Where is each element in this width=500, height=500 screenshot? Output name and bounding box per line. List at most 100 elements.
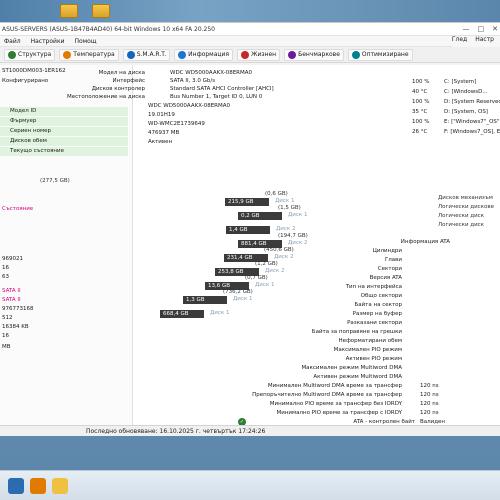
property-value: WDC WD5000AAKX-08ERMA0 [148, 103, 230, 109]
ata-key: Версия ATA [369, 275, 402, 281]
left-panel-row[interactable]: 16384 KB [2, 323, 29, 332]
volume-size: (0,6 GB) [265, 191, 288, 197]
window-title: ASUS-SERVERS (ASUS-1B47B4AD40) 64-bit Wi… [2, 25, 215, 33]
ata-row: Байта на сектор [300, 301, 490, 310]
left-panel-row: Фърмуер [0, 117, 128, 126]
disk-structure-note[interactable]: Логически диск [438, 222, 484, 228]
ata-row: Разказани сектори [300, 319, 490, 328]
minimize-icon[interactable]: — [463, 25, 470, 33]
info-icon [178, 50, 187, 59]
left-panel-row[interactable]: Конфигурирано [2, 77, 48, 86]
menu-help[interactable]: Помощ [74, 38, 96, 45]
left-panel-row[interactable]: SATA II [2, 296, 21, 305]
disk-structure-note[interactable]: Логически диск [438, 213, 484, 219]
start-icon[interactable] [8, 478, 24, 494]
browser-icon[interactable] [30, 478, 46, 494]
volume-bar[interactable]: 668,4 GB [160, 310, 204, 318]
ata-value: 120 ns [420, 392, 439, 398]
temperature-panel: 100 % C: [System] 40 °C C: [WindowsD... 100 … [360, 77, 500, 147]
ata-key: Максимален режим Multiword DMA [301, 365, 402, 371]
thermometer-icon [63, 50, 72, 59]
toolbar-button[interactable]: Бенчмаркове [284, 48, 344, 61]
ata-row: Цилиндри [300, 247, 490, 256]
property-label: Дисков контролер [91, 86, 145, 92]
desktop-background [0, 0, 500, 22]
disk-structure-note[interactable]: Дисков механизъм [438, 195, 493, 201]
maximize-icon[interactable]: □ [478, 25, 485, 33]
disk-structure-note[interactable]: Логически дискове [438, 204, 494, 210]
ata-key: Глави [384, 257, 402, 263]
left-panel-row[interactable]: 976773168 [2, 305, 34, 314]
ata-row: Минимален Multiword DMA време за трансфе… [268, 382, 490, 391]
ata-key: Активен PIO режим [345, 356, 402, 362]
property-value: Bus Number 1, Target ID 0, LUN 0 [170, 94, 263, 100]
property-value: 476937 MB [148, 130, 180, 136]
drive-label[interactable]: D: [System Reserved] [444, 97, 500, 107]
folder-icon[interactable] [92, 4, 110, 18]
ata-row: Препоръчително Multiword DMA време за тр… [252, 391, 490, 400]
toolbar-button[interactable]: S.M.A.R.T. [122, 48, 171, 61]
ata-row: Общо сектори [300, 292, 490, 301]
left-panel-row[interactable]: MB [2, 343, 11, 352]
drive-label[interactable]: C: [WindowsD... [444, 87, 488, 97]
drive-percent: 35 °C [412, 109, 428, 115]
menu-file[interactable]: Файл [4, 38, 21, 45]
left-panel: ST1000DM003-1ER162 Конфигурирано Модел ID Ф… [0, 65, 133, 425]
toolbar-button[interactable]: Температура [59, 48, 119, 61]
left-panel-row[interactable]: 512 [2, 314, 13, 323]
volume-disk-label: Диск 1 [210, 310, 230, 316]
heart-icon [240, 50, 249, 59]
volume-disk-label: Диск 1 [275, 198, 295, 204]
ata-row: Сектори [300, 265, 490, 274]
tab-settings[interactable]: Настр [475, 36, 494, 47]
close-icon[interactable]: ✕ [492, 25, 498, 33]
folder-icon[interactable] [52, 478, 68, 494]
ata-row: Максимален PIO режим [300, 346, 490, 355]
ata-row: Тип на интерфейса [300, 283, 490, 292]
title-bar: ASUS-SERVERS (ASUS-1B47B4AD40) 64-bit Wi… [0, 23, 500, 36]
left-panel-row[interactable]: ST1000DM003-1ER162 [2, 67, 66, 76]
ata-row: Глави [300, 256, 490, 265]
drive-percent: 26 °C [412, 129, 428, 135]
left-panel-row[interactable]: 969021 [2, 255, 23, 264]
tab-view[interactable]: Глед [452, 36, 467, 47]
ata-header: Информация ATA [400, 239, 450, 245]
ata-value: 120 ns [420, 401, 439, 407]
toolbar-button-label: Информация [188, 51, 229, 58]
toolbar-button[interactable]: Структура [4, 48, 56, 61]
left-panel-row[interactable]: 63 [2, 273, 9, 282]
left-panel-row: Модел ID [0, 107, 128, 116]
menu-settings[interactable]: Настройки [31, 38, 65, 45]
drive-percent: 40 °C [412, 89, 428, 95]
benchmark-icon [288, 50, 297, 59]
volume-size: (0,7 GB) [245, 275, 268, 281]
volume-size: (450,6 GB) [264, 247, 294, 253]
volume-bar[interactable]: 215,9 GB [225, 198, 269, 206]
menu-bar: Файл Настройки Помощ [0, 36, 500, 47]
toolbar-button[interactable]: Жизнен [236, 48, 281, 61]
left-panel-row[interactable]: Състояние [2, 205, 33, 214]
drive-label[interactable]: E: ["Windows7"_OS"] [444, 117, 500, 127]
volume-bar[interactable]: 0,2 GB [238, 212, 282, 220]
left-panel-row[interactable]: SATA II [2, 287, 21, 296]
left-panel-row[interactable]: 16 [2, 264, 9, 273]
property-value: SATA II, 3.0 Gb/s [170, 78, 216, 84]
drive-label[interactable]: F: [Windows7_OS], E, F, Wi... [444, 127, 500, 137]
ata-row: Минимално PIO време за трансфер без IORD… [270, 400, 490, 409]
volume-size: (736,2 GB) [223, 289, 253, 295]
view-tabs: Глед Настр [451, 36, 500, 47]
drive-label[interactable]: C: [System] [444, 77, 476, 87]
toolbar-button[interactable]: Оптимизиране [347, 48, 413, 61]
ata-key: Тип на интерфейса [345, 284, 402, 290]
toolbar-button[interactable]: Информация [174, 48, 233, 61]
ata-row: Минимално PIO време за трансфер с IORDY 1… [276, 409, 490, 418]
left-panel-row[interactable]: 16 [2, 332, 9, 341]
volume-bar[interactable]: 1,4 GB [226, 226, 270, 234]
window-controls: — □ ✕ [463, 25, 499, 33]
ata-key: Активен режим Multiword DMA [313, 374, 402, 380]
folder-icon[interactable] [60, 4, 78, 18]
property-label: Модел на диска [98, 70, 145, 76]
ata-key: Минимално PIO време за трансфер без IORD… [269, 401, 402, 407]
drive-label[interactable]: D: [System, OS] [444, 107, 488, 117]
volume-bar[interactable]: 1,3 GB [183, 296, 227, 304]
